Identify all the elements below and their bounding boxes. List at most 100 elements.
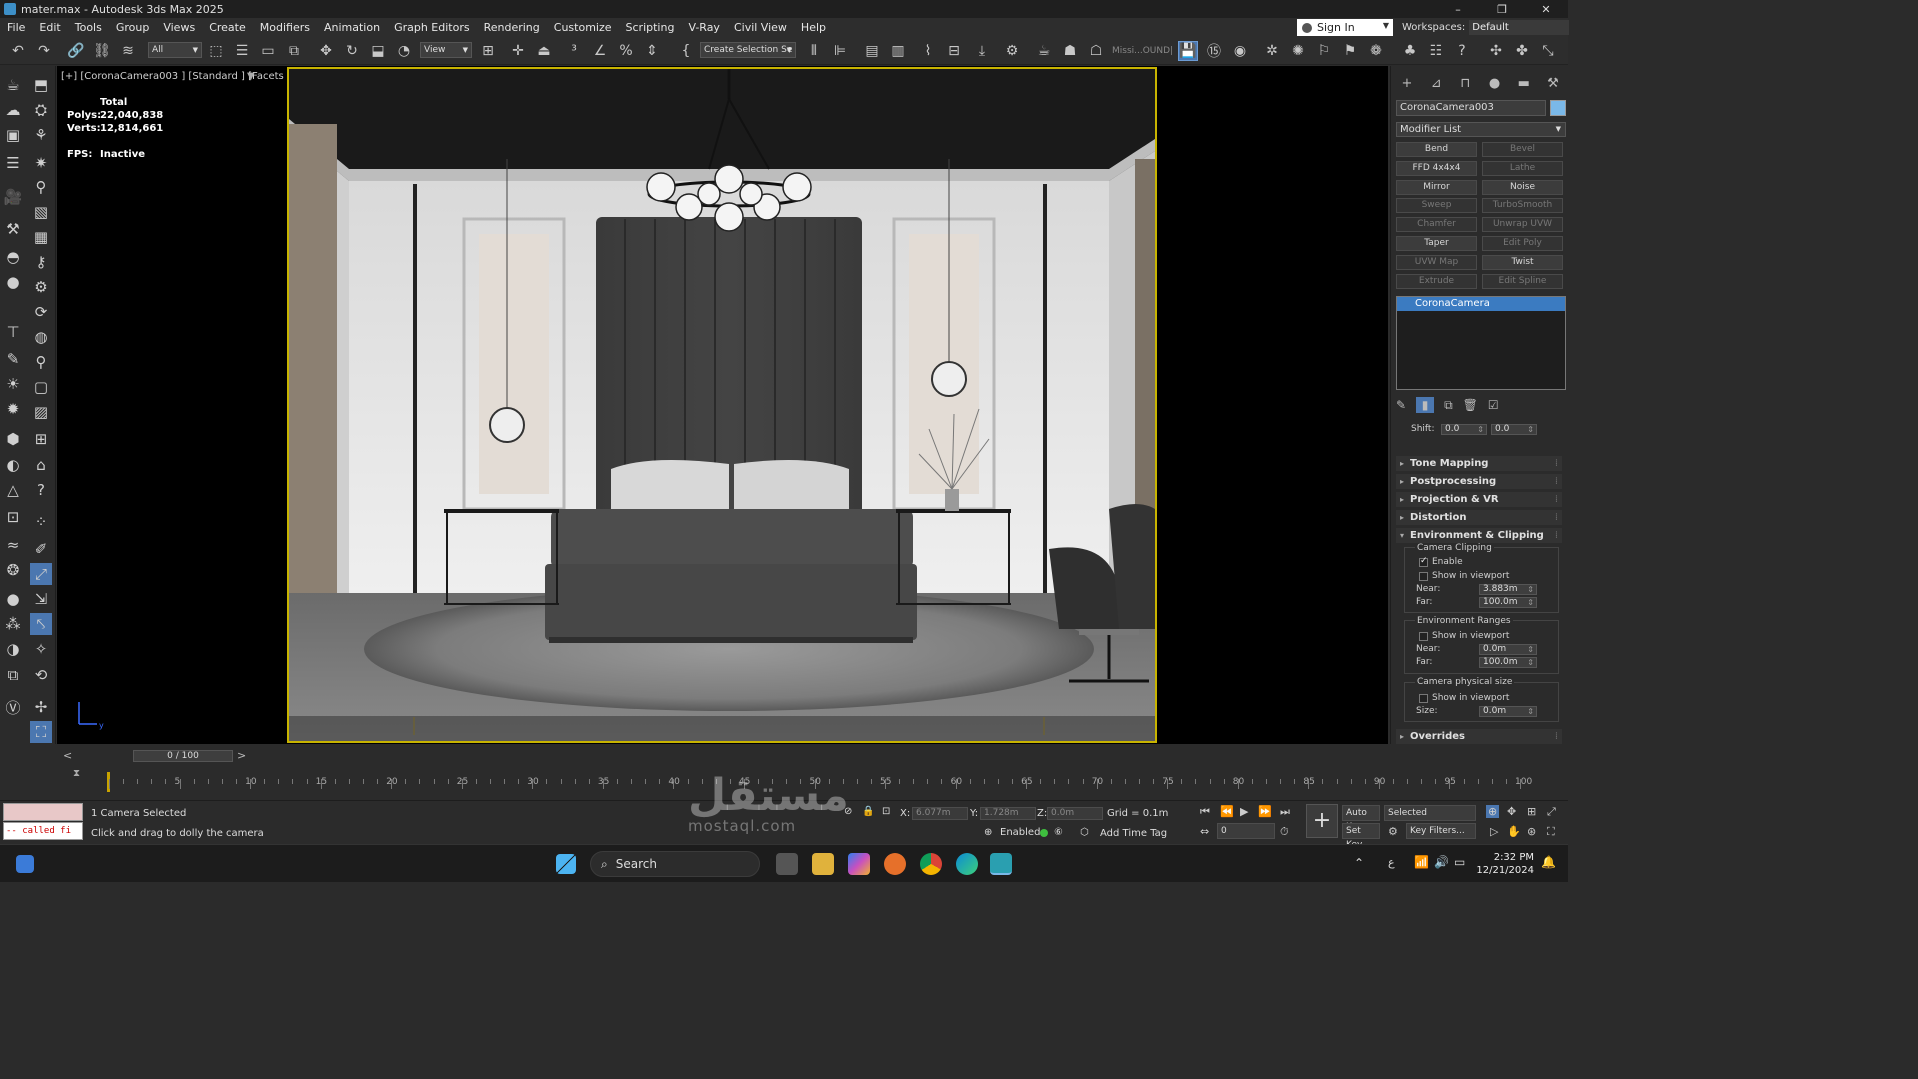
size-spinner[interactable]: 0.0m	[1479, 706, 1537, 717]
sun-icon[interactable]: ✷	[30, 152, 52, 174]
cube-icon[interactable]: ⬢	[2, 428, 24, 450]
material-editor-icon[interactable]: ⤓	[972, 41, 992, 61]
wifi-icon[interactable]: 📶	[1414, 855, 1429, 869]
render-setup-icon[interactable]: ⚙	[1002, 41, 1022, 61]
menu-file[interactable]: File	[0, 18, 32, 37]
pin-icon[interactable]: ✐	[30, 538, 52, 560]
camera-icon[interactable]: 🎥	[2, 186, 24, 208]
rollout-postprocessing[interactable]: Postprocessing⁞	[1396, 474, 1562, 489]
maxscript-listener-input[interactable]	[3, 803, 83, 821]
material-ball-icon[interactable]: ◐	[2, 454, 24, 476]
firefox-icon[interactable]	[884, 853, 906, 875]
time-tag-icon[interactable]: ⬡	[1080, 827, 1089, 838]
go-to-start-icon[interactable]: ⏮	[1200, 805, 1210, 819]
bulb-alt-icon[interactable]: ⚲	[30, 351, 52, 373]
roll-icon[interactable]: ⟲	[30, 664, 52, 686]
menu-create[interactable]: Create	[202, 18, 253, 37]
tree-icon[interactable]: ♣	[1400, 41, 1420, 61]
lock-icon[interactable]: ⚷	[30, 251, 52, 273]
menu-views[interactable]: Views	[156, 18, 202, 37]
viewport[interactable]: [+] [CoronaCamera003 ] [Standard ] [Face…	[57, 66, 1388, 744]
menu-group[interactable]: Group	[109, 18, 157, 37]
viewport-label[interactable]: [+] [CoronaCamera003 ] [Standard ] [Face…	[61, 71, 291, 82]
modifier-sweep-button[interactable]: Sweep	[1396, 198, 1477, 213]
configure-sets-icon[interactable]: ☑	[1488, 398, 1499, 412]
fifteen-badge-icon[interactable]: ⑥	[1054, 827, 1063, 838]
vray-icon[interactable]: ⑮	[1204, 41, 1224, 61]
redo-icon[interactable]: ↷	[34, 41, 54, 61]
bind-space-warp-icon[interactable]: ≋	[118, 41, 138, 61]
pan-icon[interactable]: ✧	[30, 638, 52, 660]
link-icon[interactable]: 🔗	[66, 41, 86, 61]
absolute-mode-icon[interactable]: ⊡	[882, 806, 890, 817]
notes-icon[interactable]: ▦	[30, 226, 52, 248]
dots-icon[interactable]: ⁘	[30, 511, 52, 533]
shift-y-spinner[interactable]: 0.0	[1491, 424, 1537, 435]
notification-bell-icon[interactable]: 🔔	[1541, 855, 1556, 869]
zoom-viewport-icon[interactable]: ⊕	[1486, 805, 1500, 818]
frame-icon[interactable]: ▨	[30, 401, 52, 423]
bulb-icon[interactable]: ◓	[2, 246, 24, 268]
move-icon[interactable]: ✥	[316, 41, 336, 61]
sign-in-button[interactable]: Sign In ▼	[1297, 19, 1393, 36]
taskbar-search[interactable]: ⌕ Search	[590, 851, 760, 877]
list-icon[interactable]: ☷	[1426, 41, 1446, 61]
spinner-snap-icon[interactable]: ⇕	[642, 41, 662, 61]
corona-scatter-icon[interactable]: ❁	[1366, 41, 1386, 61]
question-icon[interactable]: ?	[30, 479, 52, 501]
fill-icon[interactable]: ◑	[2, 638, 24, 660]
save-icon[interactable]: 💾	[1178, 41, 1198, 61]
placement-icon[interactable]: ◔	[394, 41, 414, 61]
select-by-name-icon[interactable]: ☰	[232, 41, 252, 61]
modifier-unwrap-uvw-button[interactable]: Unwrap UVW	[1482, 217, 1563, 232]
drafting-icon[interactable]: △	[2, 479, 24, 501]
menu-help[interactable]: Help	[794, 18, 833, 37]
maximize-button[interactable]: ❐	[1480, 0, 1524, 18]
modifier-turbosmooth-button[interactable]: TurboSmooth	[1482, 198, 1563, 213]
steering-icon[interactable]: ✣	[1486, 41, 1506, 61]
maxscript-listener-output[interactable]: -- called fi	[3, 822, 83, 840]
close-button[interactable]: ✕	[1524, 0, 1568, 18]
vray-logo-icon[interactable]: Ⓥ	[2, 696, 24, 718]
input-language[interactable]: ع	[1388, 856, 1395, 869]
select-manipulate-icon[interactable]: ✛	[508, 41, 528, 61]
rollout-tone-mapping[interactable]: Tone Mapping⁞	[1396, 456, 1562, 471]
select-object-icon[interactable]: ⬚	[206, 41, 226, 61]
sparkle-icon[interactable]: ✹	[2, 398, 24, 420]
prev-frame-arrow-icon[interactable]: <	[63, 749, 72, 762]
shapes-icon[interactable]: ⬒	[30, 74, 52, 96]
helpers-icon[interactable]: ▣	[2, 124, 24, 146]
display-tab-icon[interactable]: ▬	[1513, 72, 1535, 94]
zoom-extents-icon[interactable]: ⤡	[1538, 41, 1558, 61]
clipping-near-spinner[interactable]: 3.883m	[1479, 584, 1537, 595]
go-to-end-icon[interactable]: ⏭	[1280, 805, 1290, 819]
modifier-lathe-button[interactable]: Lathe	[1482, 161, 1563, 176]
auto-key-button[interactable]: Auto Key	[1342, 805, 1380, 832]
cameras-icon[interactable]: ⛭	[30, 99, 52, 121]
tray-chevron-icon[interactable]: ⌃	[1354, 856, 1364, 870]
fov-icon[interactable]: ✢	[30, 696, 52, 718]
show-end-result-icon[interactable]: ▮	[1416, 397, 1435, 413]
menu-rendering[interactable]: Rendering	[477, 18, 547, 37]
time-config-icon[interactable]: ⏱	[1280, 825, 1289, 839]
corona-render-icon[interactable]: ✺	[1288, 41, 1308, 61]
hammer-icon[interactable]: ⚒	[2, 218, 24, 240]
rollout-environment-clipping[interactable]: Environment & Clipping⁞	[1396, 528, 1562, 543]
current-frame-field[interactable]: 0	[1217, 823, 1275, 839]
pin-stack-icon[interactable]: ✎	[1396, 398, 1406, 412]
box-icon[interactable]: ▧	[30, 201, 52, 223]
spacewarp-icon[interactable]: ⚘	[30, 124, 52, 146]
start-icon[interactable]	[556, 854, 576, 874]
maximize-toggle-icon[interactable]: ⛶	[1547, 825, 1555, 839]
rollout-overrides[interactable]: Overrides⁞	[1396, 729, 1562, 744]
next-frame-arrow-icon[interactable]: >	[237, 749, 246, 762]
keyboard-shortcut-override-icon[interactable]: ⏏	[534, 41, 554, 61]
reference-coordinate-dropdown[interactable]: View ▼	[420, 42, 472, 58]
globe-icon[interactable]: ◍	[30, 326, 52, 348]
make-unique-icon[interactable]: ⧉	[1444, 398, 1453, 413]
env-far-spinner[interactable]: 100.0m	[1479, 657, 1537, 668]
ball-icon[interactable]: ●	[2, 588, 24, 610]
layer-explorer-icon[interactable]: ▤	[862, 41, 882, 61]
scale-icon[interactable]: ⬓	[368, 41, 388, 61]
menu-civil-view[interactable]: Civil View	[727, 18, 794, 37]
